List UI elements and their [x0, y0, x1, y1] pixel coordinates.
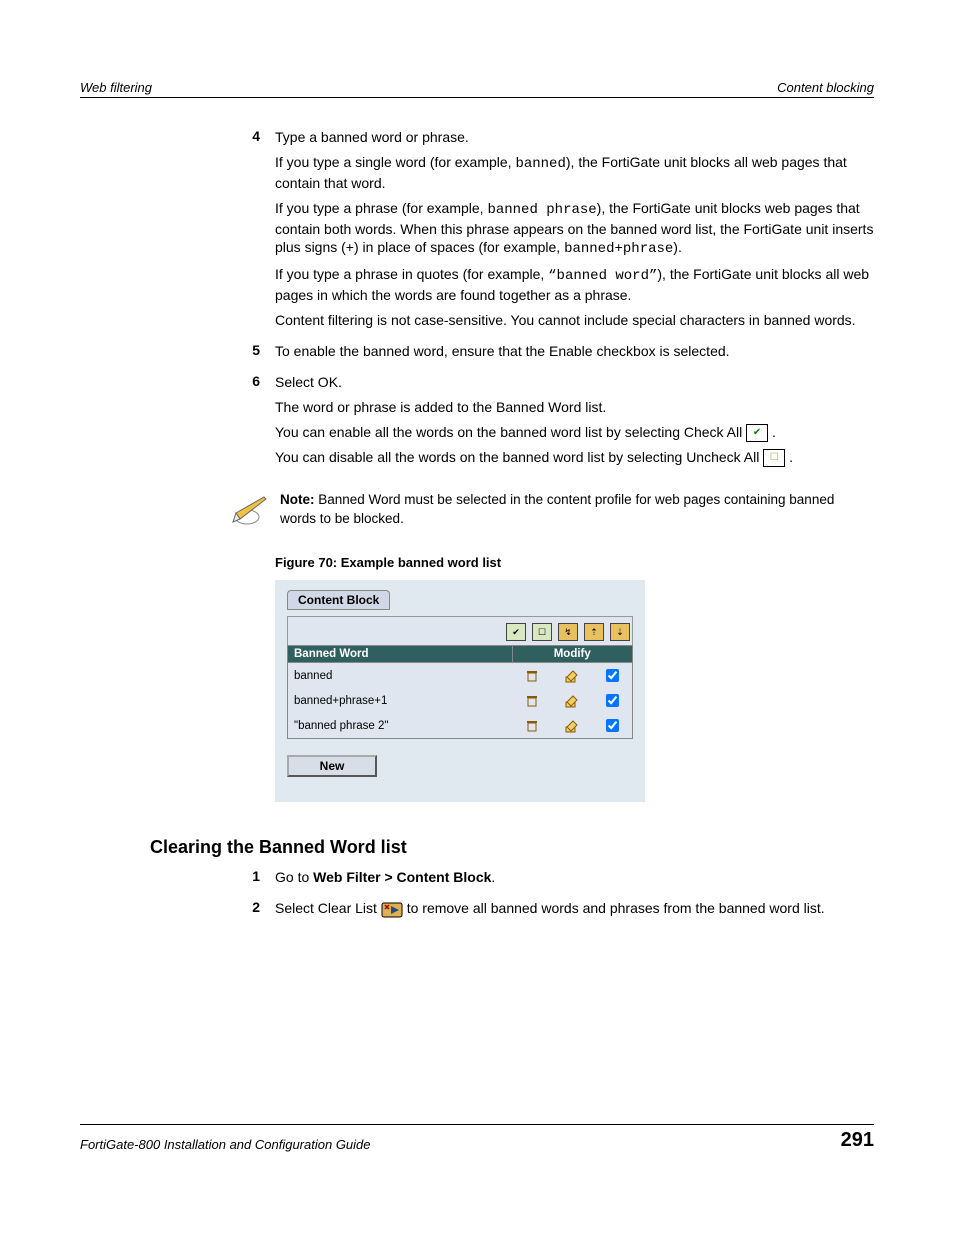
step-paragraph: Select OK.: [275, 373, 874, 392]
step-body: Select Clear List to remove all banned w…: [275, 899, 874, 924]
step-paragraph: If you type a phrase (for example, banne…: [275, 199, 874, 260]
upload-list-icon[interactable]: ⇡: [584, 623, 604, 641]
step-item: 2Select Clear List to remove all banned …: [230, 899, 874, 924]
step-body: To enable the banned word, ensure that t…: [275, 342, 874, 367]
page-footer: FortiGate-800 Installation and Configura…: [80, 1124, 874, 1152]
tab-content-block[interactable]: Content Block: [287, 590, 390, 610]
step-paragraph: You can enable all the words on the bann…: [275, 423, 874, 442]
step-paragraph: The word or phrase is added to the Banne…: [275, 398, 874, 417]
step-item: 5To enable the banned word, ensure that …: [230, 342, 874, 367]
steps-list-b: 1Go to Web Filter > Content Block.2Selec…: [230, 868, 874, 924]
clear-list-icon[interactable]: ↯: [558, 623, 578, 641]
step-number: 2: [230, 899, 275, 924]
step-item: 4Type a banned word or phrase. If you typ…: [230, 128, 874, 336]
footer-guide: FortiGate-800 Installation and Configura…: [80, 1137, 371, 1152]
col-banned-word: Banned Word: [288, 646, 513, 663]
delete-icon[interactable]: [512, 713, 552, 739]
edit-icon[interactable]: [552, 663, 592, 689]
uncheck-all-icon[interactable]: ☐: [532, 623, 552, 641]
figure-caption: Figure 70: Example banned word list: [275, 555, 874, 570]
step-number: 4: [230, 128, 275, 336]
step-paragraph: You can disable all the words on the ban…: [275, 448, 874, 467]
step-item: 6Select OK. The word or phrase is added t…: [230, 373, 874, 473]
step-paragraph: Select Clear List to remove all banned w…: [275, 899, 874, 918]
header-right: Content blocking: [777, 80, 874, 95]
cell-word: banned+phrase+1: [288, 688, 513, 713]
note-text: Note: Banned Word must be selected in th…: [280, 491, 874, 527]
enable-checkbox[interactable]: [592, 688, 633, 713]
page-header: Web filtering Content blocking: [80, 80, 874, 98]
delete-icon[interactable]: [512, 688, 552, 713]
download-list-icon[interactable]: ⇣: [610, 623, 630, 641]
col-modify: Modify: [512, 646, 633, 663]
note-pencil-icon: [230, 493, 270, 530]
new-button[interactable]: New: [287, 755, 377, 777]
step-paragraph: If you type a single word (for example, …: [275, 153, 874, 193]
check-all-icon[interactable]: ✔: [506, 623, 526, 641]
step-body: Type a banned word or phrase. If you type…: [275, 128, 874, 336]
section-clearing-title: Clearing the Banned Word list: [150, 837, 874, 858]
enable-checkbox[interactable]: [592, 663, 633, 689]
edit-icon[interactable]: [552, 713, 592, 739]
step-paragraph: Type a banned word or phrase.: [275, 128, 874, 147]
delete-icon[interactable]: [512, 663, 552, 689]
footer-page-number: 291: [841, 1129, 874, 1152]
enable-checkbox[interactable]: [592, 713, 633, 739]
step-number: 1: [230, 868, 275, 893]
step-body: Go to Web Filter > Content Block.: [275, 868, 874, 893]
table-row: banned+phrase+1: [288, 688, 633, 713]
header-left: Web filtering: [80, 80, 152, 95]
step-paragraph: Content filtering is not case-sensitive.…: [275, 311, 874, 330]
table-row: banned: [288, 663, 633, 689]
list-toolbar: ✔ ☐ ↯ ⇡ ⇣: [287, 616, 633, 645]
steps-list-a: 4Type a banned word or phrase. If you typ…: [230, 128, 874, 473]
banned-word-table: Banned Word Modify bannedbanned+phrase+1…: [287, 645, 633, 739]
step-paragraph: If you type a phrase in quotes (for exam…: [275, 265, 874, 305]
step-body: Select OK. The word or phrase is added to…: [275, 373, 874, 473]
step-paragraph: To enable the banned word, ensure that t…: [275, 342, 874, 361]
step-number: 6: [230, 373, 275, 473]
cell-word: banned: [288, 663, 513, 689]
table-row: "banned phrase 2": [288, 713, 633, 739]
figure-banned-word-list: Content Block ✔ ☐ ↯ ⇡ ⇣ Banned Word Modi…: [275, 580, 645, 802]
edit-icon[interactable]: [552, 688, 592, 713]
step-item: 1Go to Web Filter > Content Block.: [230, 868, 874, 893]
note-block: Note: Banned Word must be selected in th…: [230, 491, 874, 530]
step-paragraph: Go to Web Filter > Content Block.: [275, 868, 874, 887]
step-number: 5: [230, 342, 275, 367]
cell-word: "banned phrase 2": [288, 713, 513, 739]
